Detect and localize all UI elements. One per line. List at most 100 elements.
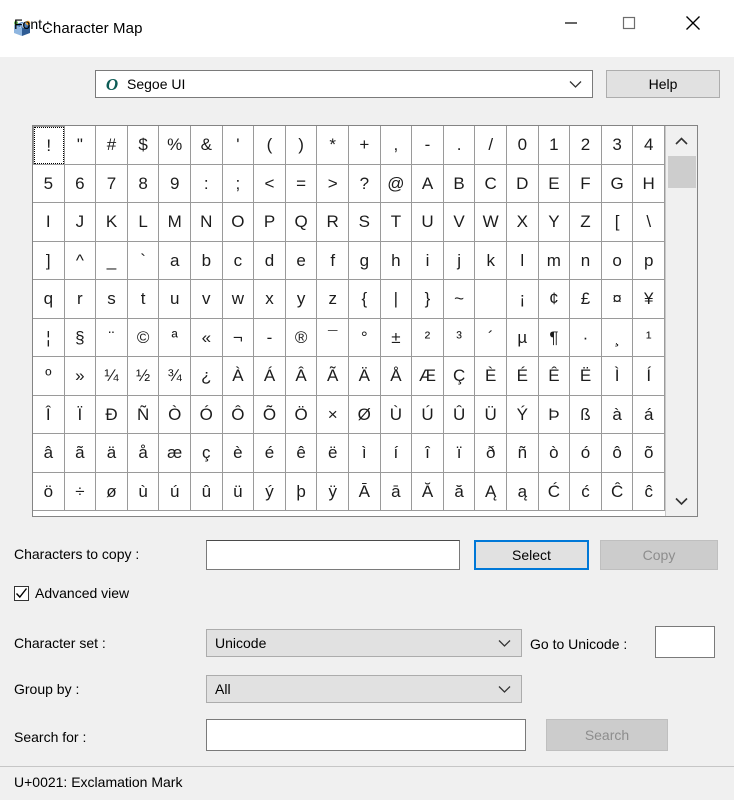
character-cell[interactable]: ó <box>570 434 602 473</box>
character-cell[interactable]: O <box>222 203 255 242</box>
character-cell[interactable]: § <box>64 318 97 357</box>
character-cell[interactable]: V <box>443 203 476 242</box>
character-cell[interactable]: è <box>222 434 255 473</box>
character-cell[interactable]: g <box>349 241 381 280</box>
character-cell[interactable]: Å <box>380 357 413 396</box>
character-cell[interactable]: ß <box>570 395 602 434</box>
character-cell[interactable]: H <box>633 164 665 203</box>
character-cell[interactable]: c <box>222 241 255 280</box>
character-cell[interactable]: , <box>380 126 413 165</box>
character-cell[interactable]: æ <box>159 434 191 473</box>
character-cell[interactable]: Á <box>254 357 286 396</box>
character-cell[interactable]: R <box>317 203 349 242</box>
character-cell[interactable]: é <box>254 434 286 473</box>
character-cell[interactable]: ą <box>507 472 539 511</box>
character-cell[interactable]: h <box>380 241 413 280</box>
character-cell[interactable]: v <box>191 280 223 319</box>
character-cell[interactable]: Û <box>443 395 476 434</box>
character-cell[interactable]: ² <box>412 318 444 357</box>
character-cell[interactable]: . <box>443 126 476 165</box>
copy-button[interactable]: Copy <box>600 540 718 570</box>
character-cell[interactable]: ´ <box>475 318 507 357</box>
character-cell[interactable]: 6 <box>64 164 97 203</box>
character-cell[interactable]: 8 <box>127 164 160 203</box>
character-cell[interactable]: 4 <box>633 126 665 165</box>
character-cell[interactable]: Ā <box>349 472 381 511</box>
character-cell[interactable]: ĉ <box>633 472 665 511</box>
character-cell[interactable]: Ó <box>191 395 223 434</box>
character-cell[interactable]: þ <box>285 472 318 511</box>
character-cell[interactable]: A <box>412 164 444 203</box>
character-cell[interactable]: Æ <box>412 357 444 396</box>
character-cell[interactable]: _ <box>96 241 128 280</box>
character-cell[interactable]: & <box>191 126 223 165</box>
character-cell[interactable]: f <box>317 241 349 280</box>
character-cell[interactable]: í <box>380 434 413 473</box>
character-cell[interactable]: ? <box>349 164 381 203</box>
character-cell[interactable]: [ <box>601 203 634 242</box>
character-cell[interactable]: ì <box>349 434 381 473</box>
character-cell[interactable]: ½ <box>127 357 160 396</box>
character-cell[interactable]: ' <box>222 126 255 165</box>
character-cell[interactable]: ^ <box>64 241 97 280</box>
search-input[interactable] <box>206 719 526 751</box>
character-cell[interactable]: @ <box>380 164 413 203</box>
character-cell[interactable]: Z <box>570 203 602 242</box>
character-cell[interactable]: Ô <box>222 395 255 434</box>
character-cell[interactable]: Ă <box>412 472 444 511</box>
character-cell[interactable]: ã <box>64 434 97 473</box>
maximize-button[interactable] <box>606 0 652 45</box>
character-cell[interactable]: ¯ <box>317 318 349 357</box>
character-cell[interactable]: È <box>475 357 507 396</box>
character-cell[interactable]: Ï <box>64 395 97 434</box>
character-cell[interactable]: q <box>33 280 65 319</box>
character-cell[interactable]: ! <box>33 126 65 165</box>
character-cell[interactable]: ¡ <box>507 280 539 319</box>
character-cell[interactable]: F <box>570 164 602 203</box>
character-cell[interactable]: i <box>412 241 444 280</box>
character-cell[interactable]: ć <box>570 472 602 511</box>
character-cell[interactable]: L <box>127 203 160 242</box>
character-cell[interactable]: « <box>191 318 223 357</box>
character-cell[interactable]: Ù <box>380 395 413 434</box>
character-cell[interactable]: ¦ <box>33 318 65 357</box>
character-cell[interactable]: µ <box>507 318 539 357</box>
character-cell[interactable]: Ã <box>317 357 349 396</box>
character-cell[interactable]: N <box>191 203 223 242</box>
character-cell[interactable]: = <box>285 164 318 203</box>
character-cell[interactable]: · <box>570 318 602 357</box>
character-cell[interactable]: Þ <box>538 395 571 434</box>
character-cell[interactable]: Ê <box>538 357 571 396</box>
character-cell[interactable]: ö <box>33 472 65 511</box>
character-cell[interactable]: ³ <box>443 318 476 357</box>
character-cell[interactable]: a <box>159 241 191 280</box>
scroll-up-button[interactable] <box>666 126 697 156</box>
character-cell[interactable]: ¾ <box>159 357 191 396</box>
character-cell[interactable]: 3 <box>601 126 634 165</box>
character-cell[interactable]: # <box>96 126 128 165</box>
character-cell[interactable]: 7 <box>96 164 128 203</box>
character-cell[interactable]: n <box>570 241 602 280</box>
character-cell[interactable]: Ö <box>285 395 318 434</box>
character-cell[interactable]: 2 <box>570 126 602 165</box>
character-cell[interactable]: ç <box>191 434 223 473</box>
character-cell[interactable]: ¸ <box>601 318 634 357</box>
character-cell[interactable]: ä <box>96 434 128 473</box>
character-cell[interactable]: ] <box>33 241 65 280</box>
character-cell[interactable]: Ĉ <box>601 472 634 511</box>
character-cell[interactable]: l <box>507 241 539 280</box>
character-cell[interactable]: Ç <box>443 357 476 396</box>
character-cell[interactable]: ÿ <box>317 472 349 511</box>
character-cell[interactable]: ¤ <box>601 280 634 319</box>
character-cell[interactable]: U <box>412 203 444 242</box>
character-cell[interactable]: : <box>191 164 223 203</box>
character-cell[interactable]: + <box>349 126 381 165</box>
character-cell[interactable]: Î <box>33 395 65 434</box>
character-cell[interactable]: ¼ <box>96 357 128 396</box>
character-cell[interactable]: W <box>475 203 507 242</box>
character-cell[interactable]: ¨ <box>96 318 128 357</box>
character-cell[interactable]: 0 <box>507 126 539 165</box>
character-cell[interactable]: ~ <box>443 280 476 319</box>
character-cell[interactable]: ñ <box>507 434 539 473</box>
character-cell[interactable]: r <box>64 280 97 319</box>
